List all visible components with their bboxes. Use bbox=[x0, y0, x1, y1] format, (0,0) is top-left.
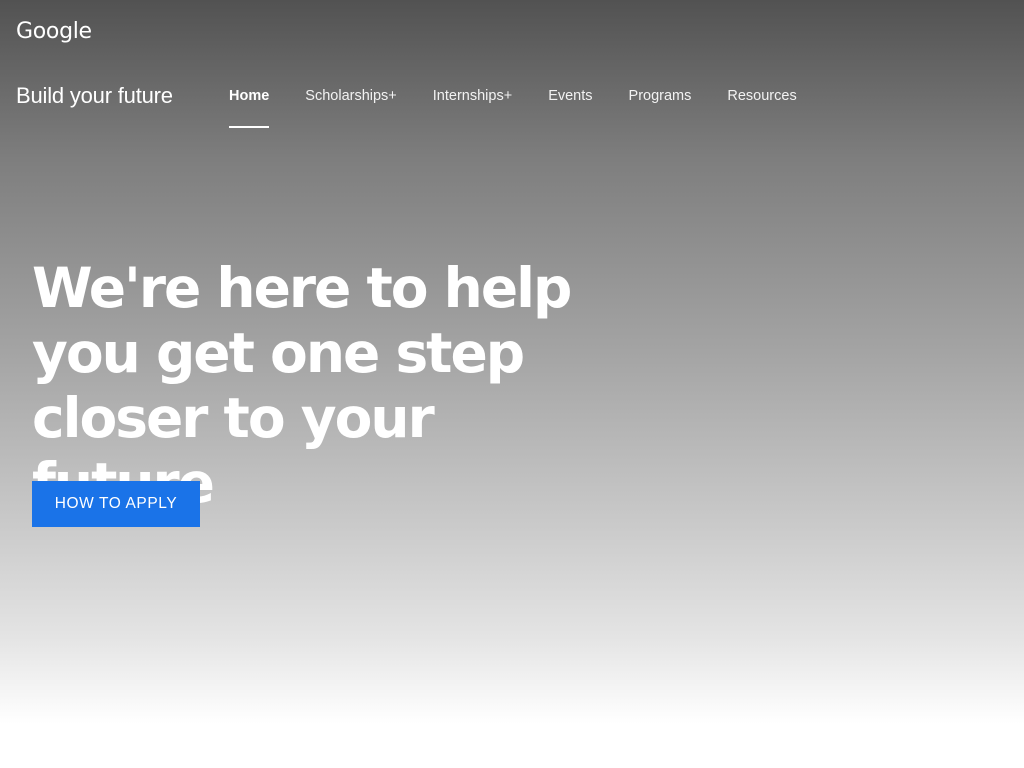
main-nav: Home Scholarships+ Internships+ Events P… bbox=[211, 66, 815, 128]
how-to-apply-button[interactable]: HOW TO APPLY bbox=[32, 481, 200, 527]
nav-item-events[interactable]: Events bbox=[530, 66, 610, 128]
headline-line-2: you get one step bbox=[32, 321, 525, 385]
hero-headline: We're here to help you get one step clos… bbox=[32, 256, 592, 516]
nav-item-programs[interactable]: Programs bbox=[611, 66, 710, 128]
headline-line-1: We're here to help bbox=[32, 256, 572, 320]
google-logo[interactable]: Google bbox=[16, 18, 92, 46]
site-title[interactable]: Build your future bbox=[16, 82, 173, 110]
nav-item-resources[interactable]: Resources bbox=[709, 66, 814, 128]
nav-item-home[interactable]: Home bbox=[211, 66, 287, 128]
nav-item-scholarships[interactable]: Scholarships+ bbox=[287, 66, 414, 128]
hero-section: Google Build your future Home Scholarshi… bbox=[0, 0, 1024, 724]
nav-item-internships[interactable]: Internships+ bbox=[415, 66, 530, 128]
